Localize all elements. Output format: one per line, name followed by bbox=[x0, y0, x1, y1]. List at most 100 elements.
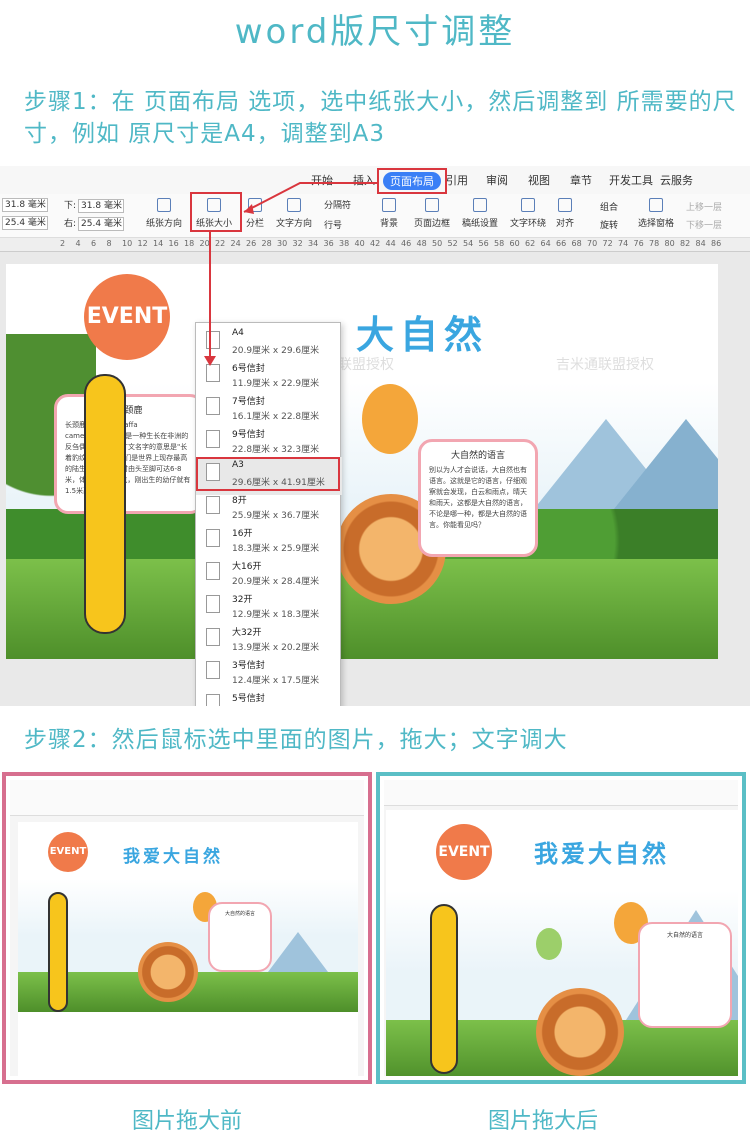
ruler-tick: 78 bbox=[649, 239, 660, 248]
step2-text: 步骤2：然后鼠标选中里面的图片，拖大；文字调大 bbox=[24, 727, 568, 753]
paper-size-name: 3号信封 bbox=[232, 661, 265, 671]
document-icon bbox=[206, 331, 220, 349]
document-icon bbox=[206, 397, 220, 415]
margin-left-field[interactable]: 25.4 毫米 bbox=[0, 216, 48, 230]
menu-page-layout[interactable]: 页面布局 bbox=[377, 168, 447, 194]
mini-ribbon bbox=[384, 780, 738, 806]
text-direction-button[interactable]: 文字方向 bbox=[276, 198, 312, 229]
align-button[interactable]: 对齐 bbox=[556, 198, 574, 229]
selection-pane-icon bbox=[649, 198, 663, 212]
language-card: 大自然的语言 bbox=[638, 922, 732, 1028]
ruler-tick: 22 bbox=[215, 239, 226, 248]
ruler-tick: 8 bbox=[106, 239, 112, 248]
ruler-tick: 64 bbox=[540, 239, 551, 248]
ruler-tick: 68 bbox=[571, 239, 582, 248]
ruler-tick: 30 bbox=[277, 239, 288, 248]
event-balloon: EVENT bbox=[436, 824, 492, 880]
margin-right-field[interactable]: 右: 25.4 毫米 bbox=[64, 216, 125, 231]
mini-ribbon bbox=[10, 780, 364, 816]
ribbon: 31.8 毫米 下: 31.8 毫米 25.4 毫米 右: 25.4 毫米 纸张方向… bbox=[0, 194, 750, 238]
event-balloon: EVENT bbox=[84, 274, 170, 360]
ruler-tick: 60 bbox=[509, 239, 520, 248]
ruler-tick: 80 bbox=[664, 239, 675, 248]
ruler-tick: 26 bbox=[246, 239, 257, 248]
ruler-tick: 62 bbox=[525, 239, 536, 248]
menu-home[interactable]: 开始 bbox=[311, 172, 333, 188]
menu-view[interactable]: 视图 bbox=[528, 172, 550, 188]
ruler-tick: 28 bbox=[261, 239, 272, 248]
document-icon bbox=[206, 529, 220, 547]
paper-size-name: 8开 bbox=[232, 496, 247, 506]
line-numbers-button[interactable]: 行号 bbox=[324, 218, 342, 231]
giraffe bbox=[430, 904, 458, 1074]
ruler-tick: 66 bbox=[556, 239, 567, 248]
draft-button[interactable]: 稿纸设置 bbox=[462, 198, 498, 229]
paper-size-dimensions: 16.1厘米 x 22.8厘米 bbox=[232, 412, 320, 422]
margin-bottom-field[interactable]: 下: 31.8 毫米 bbox=[64, 198, 125, 213]
paper-size-dimensions: 22.8厘米 x 32.3厘米 bbox=[232, 445, 320, 455]
send-backward-button[interactable]: 下移一层 bbox=[686, 218, 722, 231]
wrap-button[interactable]: 文字环绕 bbox=[510, 198, 546, 229]
ruler-tick: 12 bbox=[137, 239, 148, 248]
document-icon bbox=[206, 661, 220, 679]
ruler-tick: 16 bbox=[168, 239, 179, 248]
ruler-tick: 42 bbox=[370, 239, 381, 248]
ruler-tick: 44 bbox=[385, 239, 396, 248]
language-card: 大自然的语言 别以为人才会说话，大自然也有语言。这就是它的语言，仔细观察就会发现… bbox=[418, 439, 538, 557]
caption-after: 图片拖大后 bbox=[488, 1109, 599, 1134]
bring-forward-button[interactable]: 上移一层 bbox=[686, 200, 722, 213]
margin-top-field[interactable]: 31.8 毫米 bbox=[0, 198, 48, 212]
poster-title: 我爱大自然 bbox=[534, 840, 669, 868]
ruler: 2 4 6 8 10 12 14 16 18 20 22 24 26 28 30 32 34 36 38 40 42 44… bbox=[0, 238, 750, 252]
rotate-button[interactable]: 旋转 bbox=[600, 218, 618, 231]
page-title: word版尺寸调整 bbox=[234, 12, 516, 52]
ruler-tick: 50 bbox=[432, 239, 443, 248]
menu-dev-tools[interactable]: 开发工具 bbox=[609, 172, 653, 188]
menu-insert[interactable]: 插入 bbox=[353, 172, 375, 188]
ruler-tick: 6 bbox=[91, 239, 97, 248]
menu-section[interactable]: 章节 bbox=[570, 172, 592, 188]
giraffe bbox=[48, 892, 68, 1012]
ruler-tick: 32 bbox=[292, 239, 303, 248]
menu-cloud[interactable]: 云服务 bbox=[660, 172, 693, 188]
selection-pane-button[interactable]: 选择窗格 bbox=[638, 198, 674, 229]
before-page: EVENT 我爱大自然 大自然的语言 bbox=[18, 822, 358, 1076]
ruler-tick: 58 bbox=[494, 239, 505, 248]
draft-icon bbox=[473, 198, 487, 212]
columns-button[interactable]: 分栏 bbox=[246, 198, 264, 229]
paper-size-name: A4 bbox=[232, 328, 244, 338]
lion bbox=[138, 942, 198, 1002]
paper-size-option[interactable]: 5号信封10.9厘米 x 21.9厘米 bbox=[196, 688, 342, 706]
after-page: EVENT 我爱大自然 大自然的语言 bbox=[386, 810, 738, 1076]
ruler-tick: 38 bbox=[339, 239, 350, 248]
paper-size-dropdown: A4 20.9厘米 x 29.6厘米 6号信封 11.9厘米 x 22.9厘米 7号信封… bbox=[195, 322, 342, 706]
menu-references[interactable]: 引用 bbox=[446, 172, 468, 188]
caption-before: 图片拖大前 bbox=[132, 1109, 243, 1134]
combine-button[interactable]: 组合 bbox=[600, 200, 618, 213]
poster-title: 我爱大自然 bbox=[123, 847, 223, 867]
orientation-button[interactable]: 纸张方向 bbox=[146, 198, 182, 229]
page-border-button[interactable]: 页面边框 bbox=[414, 198, 450, 229]
background-button[interactable]: 背景 bbox=[380, 198, 398, 229]
ruler-tick: 56 bbox=[478, 239, 489, 248]
menu-review[interactable]: 审阅 bbox=[486, 172, 508, 188]
document-icon bbox=[206, 496, 220, 514]
ruler-tick: 34 bbox=[308, 239, 319, 248]
ruler-tick: 52 bbox=[447, 239, 458, 248]
ruler-tick: 72 bbox=[602, 239, 613, 248]
paper-size-name: 16开 bbox=[232, 529, 253, 539]
giraffe bbox=[84, 374, 126, 634]
breaks-button[interactable]: 分隔符 bbox=[324, 198, 351, 211]
ruler-tick: 48 bbox=[416, 239, 427, 248]
text-direction-icon bbox=[287, 198, 301, 212]
ruler-tick: 14 bbox=[153, 239, 164, 248]
ruler-tick: 84 bbox=[695, 239, 706, 248]
paper-size-dimensions: 12.9厘米 x 18.3厘米 bbox=[232, 610, 320, 620]
event-balloon: EVENT bbox=[48, 832, 88, 872]
ruler-tick: 74 bbox=[618, 239, 629, 248]
a3-highlight bbox=[196, 457, 340, 491]
poster-title: 大自然 bbox=[356, 313, 489, 357]
step1-text: 步骤1：在 页面布局 选项，选中纸张大小，然后调整到 所需要的尺寸，例如 原尺寸… bbox=[24, 89, 737, 147]
ruler-tick: 10 bbox=[122, 239, 133, 248]
ruler-tick: 4 bbox=[75, 239, 81, 248]
